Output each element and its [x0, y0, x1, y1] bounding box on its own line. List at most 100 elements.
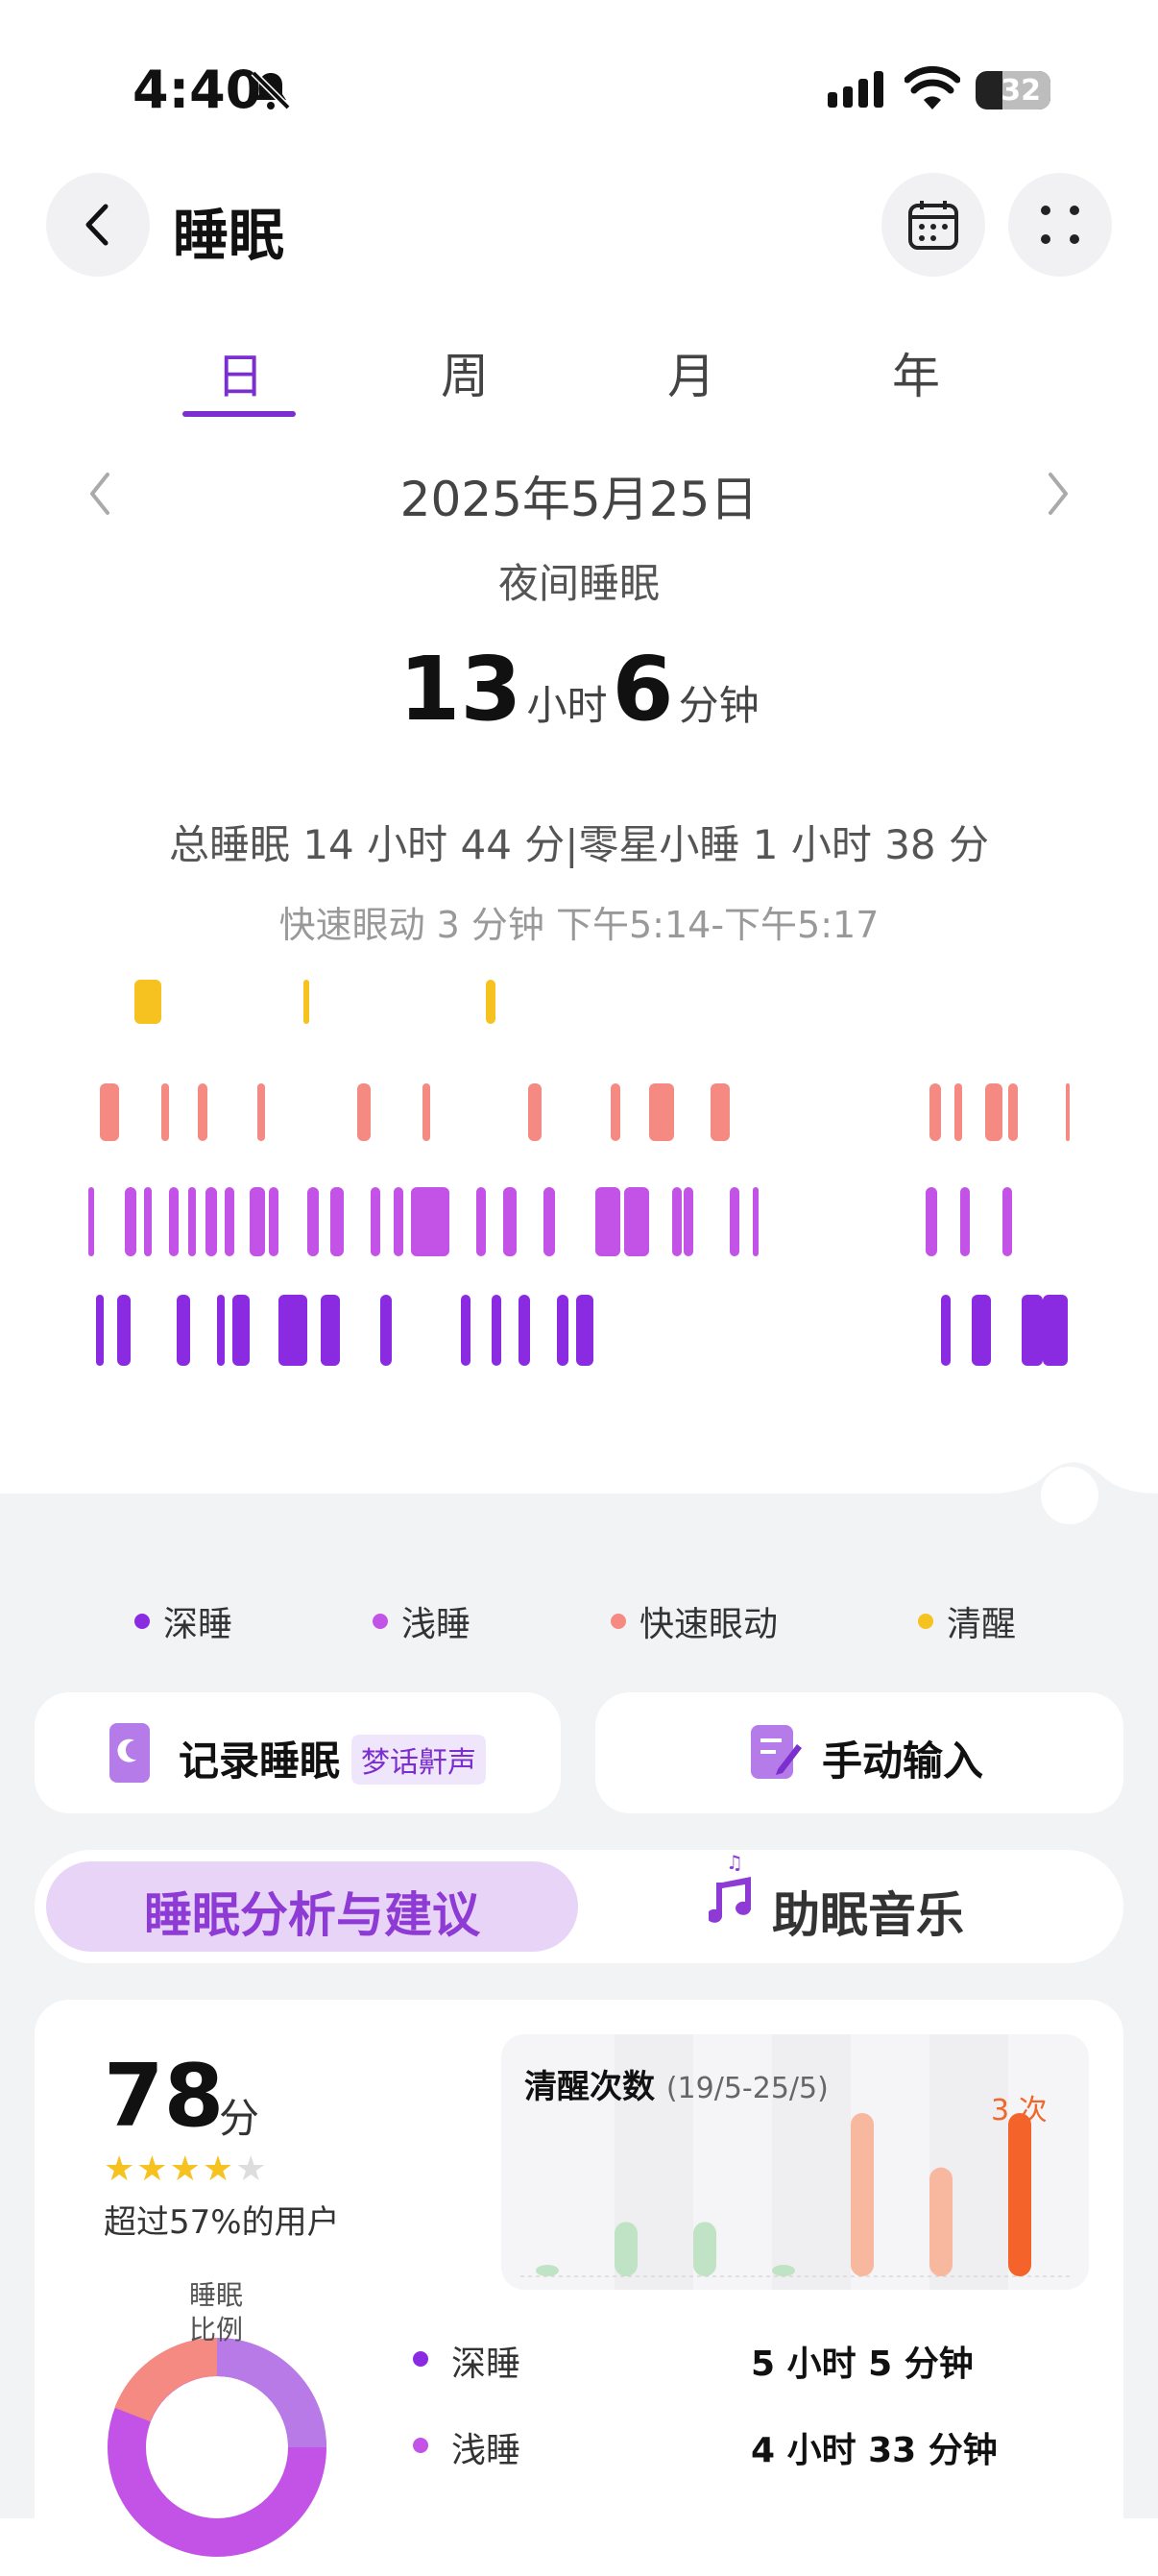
duration-minutes-unit: 分钟 — [678, 682, 760, 729]
sleep-segment-light — [926, 1187, 937, 1256]
sleep-segment-light — [476, 1187, 486, 1256]
sleep-segment-light — [543, 1187, 555, 1256]
legend-deep-dot — [134, 1614, 150, 1629]
rem-info: 快速眼动 3 分钟 下午5:14-下午5:17 — [278, 904, 880, 946]
ratio-light-value: 4 小时 33 分钟 — [751, 2431, 998, 2470]
legend-rem-dot — [611, 1614, 626, 1629]
segment-analysis-label[interactable]: 睡眠分析与建议 — [46, 1877, 578, 1946]
wake-bar — [1008, 2113, 1031, 2276]
manual-input-button[interactable]: 手动输入 — [595, 1692, 1123, 1813]
edit-icon — [751, 1725, 802, 1779]
sleep-segment-rem — [100, 1083, 119, 1141]
record-sleep-button[interactable]: 记录睡眠 梦话鼾声 — [35, 1692, 561, 1813]
page-title: 睡眠 — [173, 203, 285, 268]
legend-light-dot — [373, 1614, 388, 1629]
sleep-segment-light — [250, 1187, 265, 1256]
sleep-segment-light — [88, 1187, 94, 1256]
record-sleep-icon — [109, 1723, 150, 1783]
sleep-score-unit: 分 — [219, 2095, 260, 2142]
tab-day[interactable]: 日 — [182, 338, 298, 407]
sleep-segment-deep — [1022, 1295, 1043, 1366]
star-icon: ★ — [169, 2150, 203, 2189]
sleep-segment-rem — [711, 1083, 730, 1141]
wake-bar — [929, 2167, 953, 2276]
sleep-ratio-ring — [108, 2337, 326, 2557]
ratio-light-name: 浅睡 — [451, 2431, 521, 2470]
sleep-segment-light — [144, 1187, 152, 1256]
sleep-segment-deep — [941, 1295, 951, 1366]
ratio-deep-dot — [413, 2351, 428, 2367]
sleep-segment-light — [225, 1187, 234, 1256]
svg-text:♫: ♫ — [726, 1854, 743, 1874]
record-sleep-label: 记录睡眠 — [179, 1738, 341, 1785]
sleep-segment-awake — [486, 980, 495, 1024]
sleep-summary: 总睡眠 14 小时 44 分|零星小睡 1 小时 38 分 — [168, 821, 989, 868]
sleep-segment-rem — [649, 1083, 674, 1141]
current-date: 2025年5月25日 — [399, 472, 759, 527]
legend-awake-label: 清醒 — [947, 1605, 1017, 1644]
sleep-segment-light — [205, 1187, 217, 1256]
wake-count-value: 3 次 — [991, 2094, 1048, 2127]
sleep-score: 78 — [104, 2046, 225, 2147]
tab-week[interactable]: 周 — [407, 338, 522, 407]
sleep-type: 夜间睡眠 — [497, 560, 660, 607]
manual-input-label: 手动输入 — [822, 1738, 984, 1785]
next-day-button[interactable] — [1039, 465, 1077, 522]
music-note-icon: ♫ — [709, 1854, 752, 1923]
sleep-segment-rem — [422, 1083, 430, 1141]
tab-year[interactable]: 年 — [858, 338, 974, 407]
segment-music-label[interactable]: 助眠音乐 — [772, 1877, 964, 1946]
sleep-segment-light — [169, 1187, 179, 1256]
sleep-segment-deep — [492, 1295, 501, 1366]
more-dots-icon — [1041, 206, 1079, 244]
tab-month[interactable]: 月 — [634, 338, 749, 407]
star-icon: ★ — [235, 2150, 269, 2189]
sleep-segment-light — [1002, 1187, 1012, 1256]
sleep-segment-deep — [576, 1295, 593, 1366]
wake-count-title-text: 清醒次数 — [524, 2068, 655, 2106]
score-percentile: 超过57%的用户 — [104, 2203, 340, 2242]
sleep-segment-deep — [96, 1295, 104, 1366]
sleep-segment-light — [595, 1187, 620, 1256]
duration-hours: 13 — [398, 638, 522, 741]
calendar-button[interactable] — [881, 173, 985, 277]
sleep-segment-deep — [177, 1295, 190, 1366]
sleep-segment-deep — [278, 1295, 307, 1366]
sleep-segment-light — [394, 1187, 403, 1256]
ratio-deep-value: 5 小时 5 分钟 — [751, 2345, 974, 2384]
sleep-segment-light — [730, 1187, 739, 1256]
wifi-icon — [905, 65, 960, 109]
tab-indicator — [182, 411, 296, 417]
sleep-segment-rem — [1066, 1083, 1070, 1141]
sleep-segment-rem — [357, 1083, 371, 1141]
more-button[interactable] — [1008, 173, 1112, 277]
sleep-segment-light — [684, 1187, 693, 1256]
sleep-segment-light — [411, 1187, 449, 1256]
sleep-segment-deep — [461, 1295, 470, 1366]
back-button[interactable] — [46, 173, 150, 277]
ring-label-line2: 比例 — [188, 2314, 243, 2345]
sleep-segment-deep — [321, 1295, 340, 1366]
duration-hours-unit: 小时 — [526, 682, 608, 729]
sleep-segment-rem — [985, 1083, 1002, 1141]
sleep-segment-rem — [954, 1083, 962, 1141]
sleep-stage-chart[interactable] — [0, 960, 1158, 1383]
sleep-segment-deep — [380, 1295, 392, 1366]
sleep-segment-light — [269, 1187, 278, 1256]
ring-label: 睡眠 比例 — [177, 2278, 255, 2347]
calendar-icon — [908, 201, 958, 250]
sleep-segment-rem — [929, 1083, 941, 1141]
sleep-segment-deep — [217, 1295, 225, 1366]
sleep-segment-deep — [519, 1295, 530, 1366]
legend-light-label: 浅睡 — [401, 1605, 471, 1644]
sleep-segment-rem — [611, 1083, 620, 1141]
legend-deep: 深睡 — [134, 1596, 232, 1646]
sleep-segment-light — [672, 1187, 682, 1256]
score-stars: ★★★★★ — [104, 2150, 268, 2189]
dream-talk-badge: 梦话鼾声 — [351, 1735, 486, 1785]
wake-bar — [693, 2222, 716, 2276]
sleep-duration: 13 小时 6 分钟 — [0, 638, 1158, 741]
legend-awake-dot — [918, 1614, 933, 1629]
legend-light: 浅睡 — [373, 1596, 470, 1646]
sleep-segment-light — [753, 1187, 759, 1256]
